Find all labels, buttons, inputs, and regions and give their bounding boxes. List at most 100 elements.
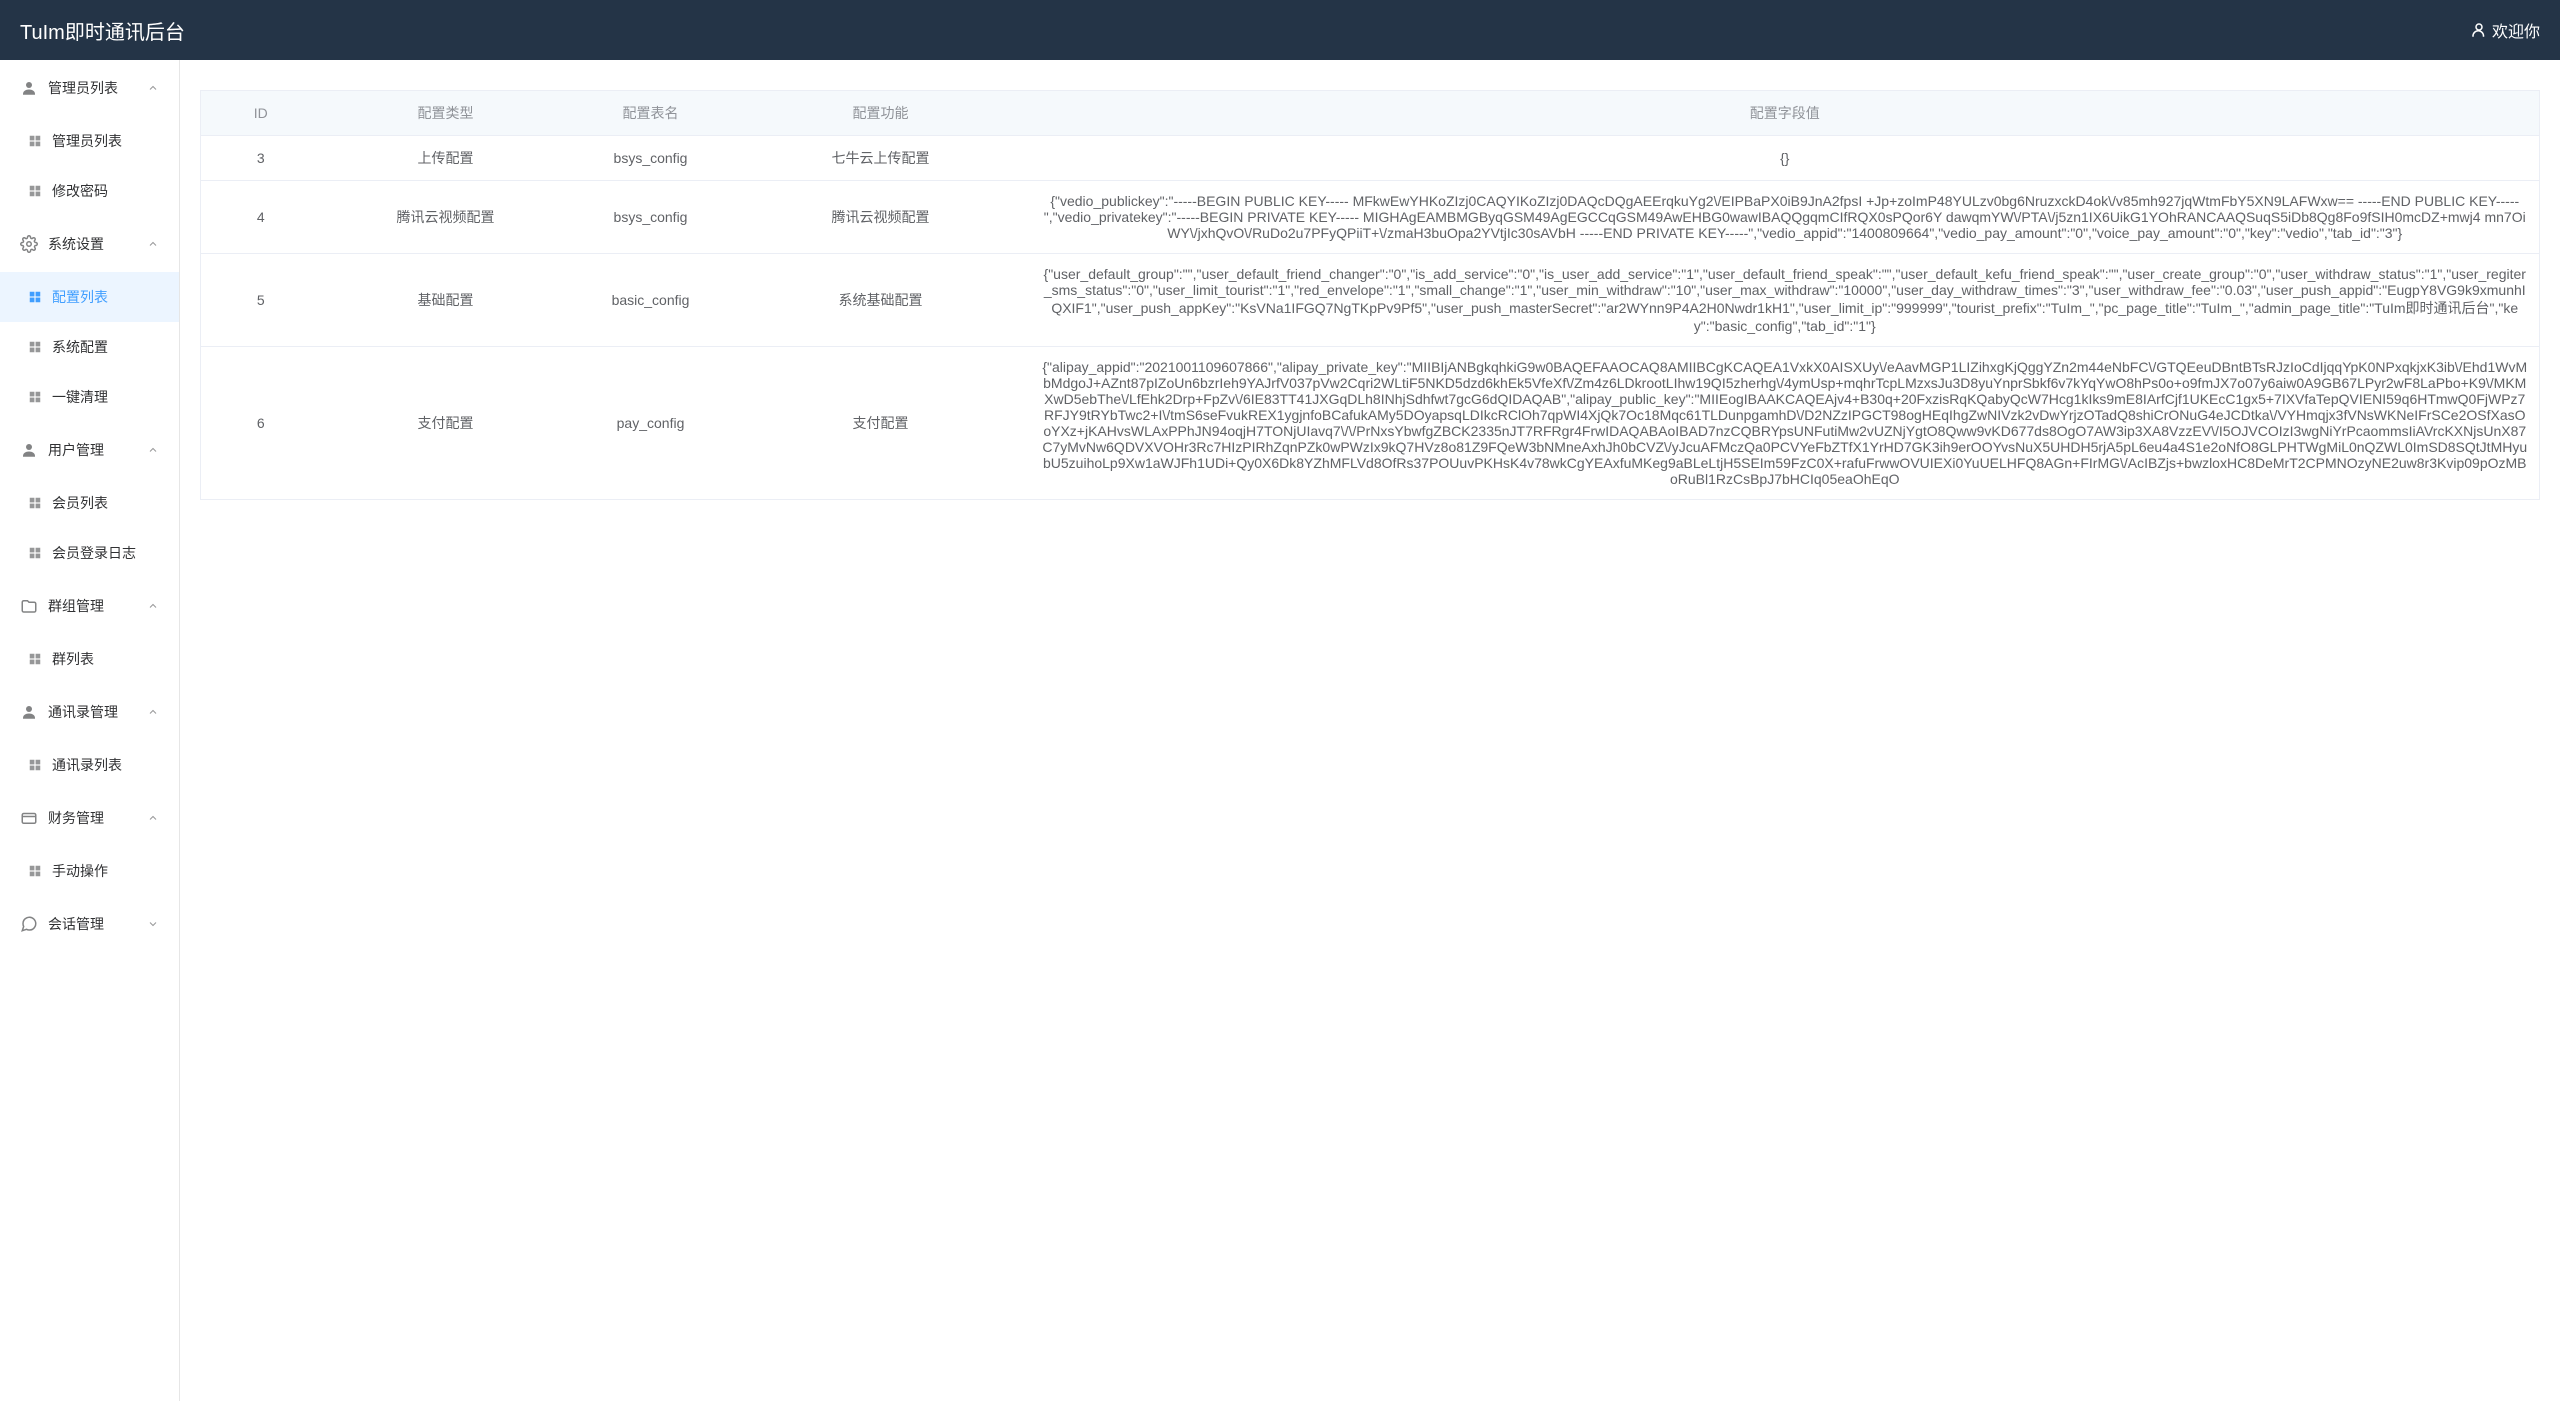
sidebar-item-member-list[interactable]: 会员列表 (0, 478, 179, 528)
folder-icon (20, 597, 38, 615)
cell-value: {"vedio_publickey":"-----BEGIN PUBLIC KE… (1031, 181, 2540, 254)
chevron-up-icon (147, 706, 159, 718)
cell-id: 5 (201, 254, 321, 347)
sidebar-item-label: 手动操作 (52, 861, 108, 881)
sidebar-item-member-login-log[interactable]: 会员登录日志 (0, 528, 179, 578)
chevron-up-icon (147, 444, 159, 456)
menu-group-contacts: 通讯录管理 通讯录列表 (0, 684, 179, 790)
sidebar-item-label: 一键清理 (52, 387, 108, 407)
cell-func: 支付配置 (731, 347, 1031, 500)
main-content: ID 配置类型 配置表名 配置功能 配置字段值 3 上传配置 bsys_conf… (180, 60, 2560, 1401)
table-header-row: ID 配置类型 配置表名 配置功能 配置字段值 (201, 91, 2540, 136)
menu-header-contacts[interactable]: 通讯录管理 (0, 684, 179, 740)
cell-table: pay_config (571, 347, 731, 500)
menu-header-user[interactable]: 用户管理 (0, 422, 179, 478)
cell-id: 3 (201, 136, 321, 181)
table-row[interactable]: 6 支付配置 pay_config 支付配置 {"alipay_appid":"… (201, 347, 2540, 500)
grid-icon (28, 496, 42, 510)
cell-value: {} (1031, 136, 2540, 181)
table-row[interactable]: 5 基础配置 basic_config 系统基础配置 {"user_defaul… (201, 254, 2540, 347)
menu-header-groups[interactable]: 群组管理 (0, 578, 179, 634)
menu-header-session[interactable]: 会话管理 (0, 896, 179, 952)
sidebar-item-label: 群列表 (52, 649, 94, 669)
sidebar: 管理员列表 管理员列表 修改密码 系统设置 配置列表 系统配置 一键清理 (0, 60, 180, 1401)
grid-icon (28, 652, 42, 666)
menu-header-finance[interactable]: 财务管理 (0, 790, 179, 846)
sidebar-item-manual-operation[interactable]: 手动操作 (0, 846, 179, 896)
sidebar-item-one-click-clean[interactable]: 一键清理 (0, 372, 179, 422)
sidebar-item-label: 系统配置 (52, 337, 108, 357)
cell-type: 基础配置 (321, 254, 571, 347)
table-row[interactable]: 3 上传配置 bsys_config 七牛云上传配置 {} (201, 136, 2540, 181)
chat-icon (20, 915, 38, 933)
user-icon (2470, 21, 2488, 39)
sidebar-item-contacts-list[interactable]: 通讯录列表 (0, 740, 179, 790)
cell-type: 腾讯云视频配置 (321, 181, 571, 254)
grid-icon (28, 864, 42, 878)
menu-label: 管理员列表 (48, 78, 118, 98)
chevron-up-icon (147, 812, 159, 824)
sidebar-item-label: 会员列表 (52, 493, 108, 513)
welcome-user[interactable]: 欢迎你 (2470, 18, 2540, 42)
app-header: TuIm即时通讯后台 欢迎你 (0, 0, 2560, 60)
menu-label: 财务管理 (48, 808, 104, 828)
table-row[interactable]: 4 腾讯云视频配置 bsys_config 腾讯云视频配置 {"vedio_pu… (201, 181, 2540, 254)
menu-label: 通讯录管理 (48, 702, 118, 722)
grid-icon (28, 134, 42, 148)
cell-id: 4 (201, 181, 321, 254)
sidebar-item-config-list[interactable]: 配置列表 (0, 272, 179, 322)
menu-group-finance: 财务管理 手动操作 (0, 790, 179, 896)
cell-table: basic_config (571, 254, 731, 347)
sidebar-item-system-config[interactable]: 系统配置 (0, 322, 179, 372)
user-icon (20, 441, 38, 459)
menu-label: 群组管理 (48, 596, 104, 616)
sidebar-item-admin-list[interactable]: 管理员列表 (0, 116, 179, 166)
col-header-type: 配置类型 (321, 91, 571, 136)
menu-group-admin: 管理员列表 管理员列表 修改密码 (0, 60, 179, 216)
col-header-value: 配置字段值 (1031, 91, 2540, 136)
cell-value: {"alipay_appid":"2021001109607866","alip… (1031, 347, 2540, 500)
user-icon (20, 79, 38, 97)
user-icon (20, 703, 38, 721)
cell-id: 6 (201, 347, 321, 500)
gear-icon (20, 235, 38, 253)
col-header-table: 配置表名 (571, 91, 731, 136)
sidebar-item-group-list[interactable]: 群列表 (0, 634, 179, 684)
chevron-up-icon (147, 600, 159, 612)
cell-table: bsys_config (571, 136, 731, 181)
cell-type: 支付配置 (321, 347, 571, 500)
grid-icon (28, 758, 42, 772)
sidebar-item-label: 通讯录列表 (52, 755, 122, 775)
menu-label: 会话管理 (48, 914, 104, 934)
menu-group-system: 系统设置 配置列表 系统配置 一键清理 (0, 216, 179, 422)
menu-header-system[interactable]: 系统设置 (0, 216, 179, 272)
cell-func: 七牛云上传配置 (731, 136, 1031, 181)
sidebar-item-label: 修改密码 (52, 181, 108, 201)
grid-icon (28, 546, 42, 560)
chevron-down-icon (147, 918, 159, 930)
sidebar-item-label: 配置列表 (52, 287, 108, 307)
grid-icon (28, 340, 42, 354)
menu-header-admin[interactable]: 管理员列表 (0, 60, 179, 116)
menu-group-groups: 群组管理 群列表 (0, 578, 179, 684)
chevron-up-icon (147, 82, 159, 94)
welcome-label: 欢迎你 (2492, 18, 2540, 42)
sidebar-item-label: 会员登录日志 (52, 543, 136, 563)
menu-label: 用户管理 (48, 440, 104, 460)
grid-icon (28, 390, 42, 404)
cell-value: {"user_default_group":"","user_default_f… (1031, 254, 2540, 347)
grid-icon (28, 184, 42, 198)
cell-table: bsys_config (571, 181, 731, 254)
menu-group-session: 会话管理 (0, 896, 179, 952)
cell-func: 腾讯云视频配置 (731, 181, 1031, 254)
chevron-up-icon (147, 238, 159, 250)
cell-func: 系统基础配置 (731, 254, 1031, 347)
sidebar-item-change-password[interactable]: 修改密码 (0, 166, 179, 216)
menu-label: 系统设置 (48, 234, 104, 254)
grid-icon (28, 290, 42, 304)
wallet-icon (20, 809, 38, 827)
cell-type: 上传配置 (321, 136, 571, 181)
col-header-id: ID (201, 91, 321, 136)
app-title: TuIm即时通讯后台 (20, 16, 185, 45)
config-table: ID 配置类型 配置表名 配置功能 配置字段值 3 上传配置 bsys_conf… (200, 90, 2540, 500)
